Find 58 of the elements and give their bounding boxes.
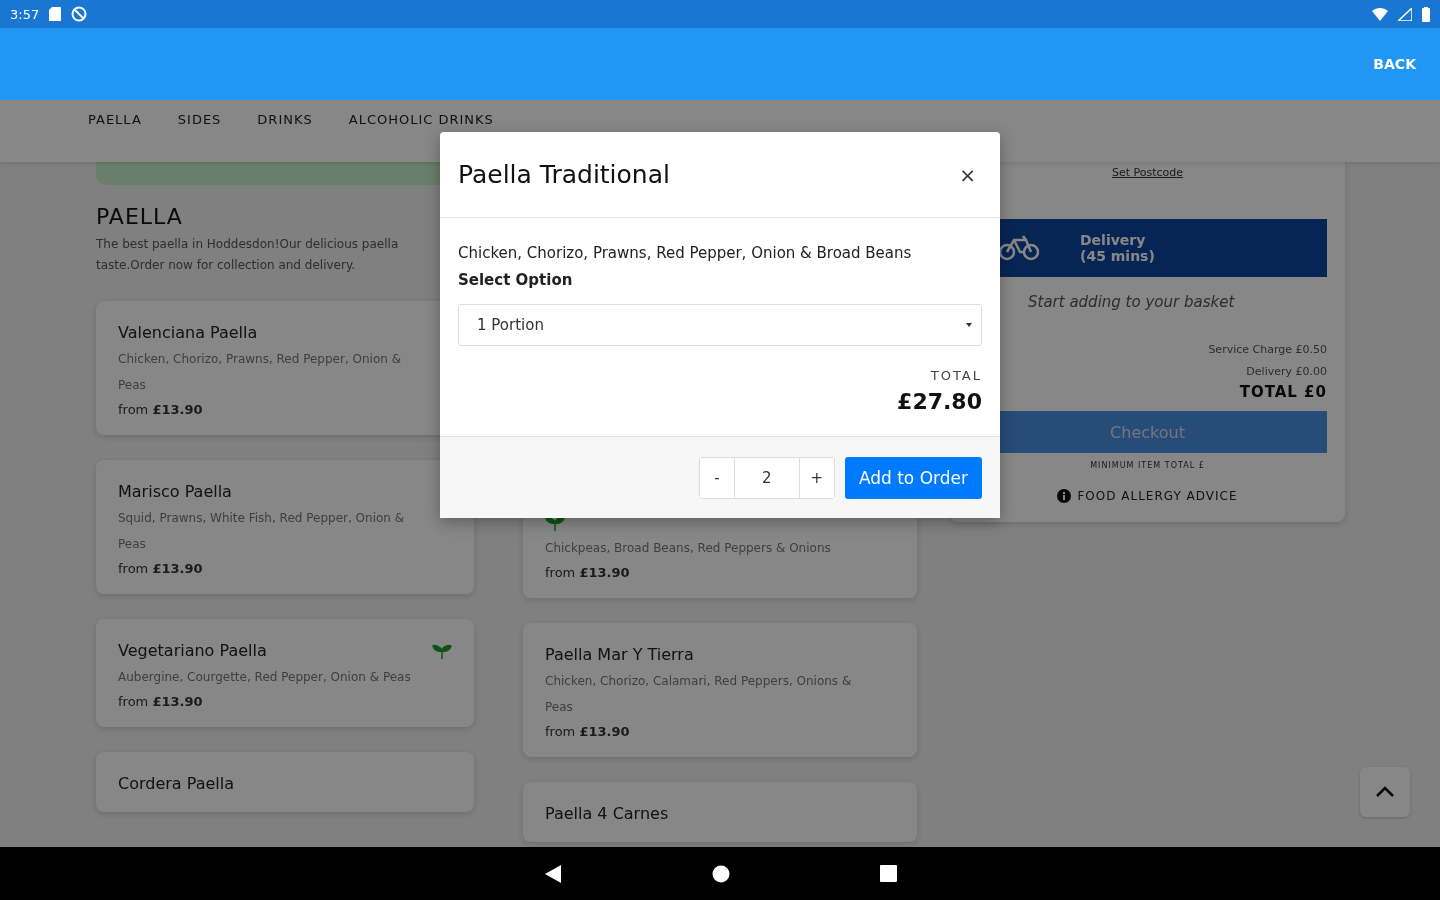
quantity-stepper[interactable]: - 2 + bbox=[698, 456, 835, 499]
basket-total: TOTAL £0 bbox=[1238, 383, 1327, 401]
wifi-icon bbox=[1372, 7, 1388, 21]
dialog-description: Chicken, Chorizo, Prawns, Red Pepper, Onion & Broad Beans bbox=[458, 243, 913, 264]
home-nav-icon[interactable] bbox=[711, 864, 730, 883]
back-button[interactable]: BACK bbox=[1367, 55, 1422, 73]
caret-icon bbox=[965, 322, 973, 328]
sprout-icon bbox=[432, 642, 452, 659]
item-name: Paella 4 Carnes bbox=[545, 804, 669, 823]
item-price: from £13.90 bbox=[118, 561, 204, 576]
portion-select[interactable]: 1 Portion bbox=[458, 304, 982, 346]
item-price: from £13.90 bbox=[545, 565, 631, 580]
item-description: Squid, Prawns, White Fish, Red Pepper, Onion & Peas bbox=[118, 510, 406, 553]
sprout-icon bbox=[545, 515, 565, 531]
category-tab[interactable]: SIDES bbox=[161, 112, 238, 127]
minimum-note: MINIMUM ITEM TOTAL £ bbox=[1089, 461, 1206, 470]
allergy-link[interactable]: FOOD ALLERGY ADVICE bbox=[1051, 488, 1244, 504]
item-description: Chicken, Chorizo, Prawns, Red Pepper, Onion & Peas bbox=[118, 351, 403, 394]
back-nav-icon[interactable] bbox=[543, 863, 562, 884]
menu-item-card[interactable]: Vegetariano Paella Aubergine, Courgette, Red Pepper, Onion & Peas from £13.90 bbox=[96, 619, 474, 727]
menu-item-card[interactable]: Paella 4 Carnes bbox=[523, 782, 917, 842]
set-postcode-link[interactable]: Set Postcode bbox=[1111, 166, 1184, 179]
recents-nav-icon[interactable] bbox=[879, 865, 897, 882]
chevron-up-icon bbox=[1375, 786, 1395, 798]
service-charge: Service Charge £0.50 bbox=[1207, 342, 1327, 358]
item-name: Paella Mar Y Tierra bbox=[545, 645, 694, 664]
section-description: The best paella in Hoddesdon!Our delicious paella taste.Order now for collection and delivery. bbox=[96, 236, 400, 274]
item-name: Cordera Paella bbox=[118, 774, 234, 793]
item-name: Vegetariano Paella bbox=[118, 641, 267, 660]
menu-item-card[interactable]: Cordera Paella bbox=[96, 752, 474, 812]
item-description: Aubergine, Courgette, Red Pepper, Onion & Peas bbox=[118, 669, 412, 686]
item-price: from £13.90 bbox=[545, 724, 631, 739]
item-name: Valenciana Paella bbox=[118, 323, 258, 342]
item-price: from £13.90 bbox=[118, 402, 204, 417]
category-tab[interactable]: DRINKS bbox=[241, 112, 329, 127]
sd-card-icon bbox=[49, 7, 62, 21]
blocked-icon bbox=[71, 6, 88, 22]
section-heading: PAELLA bbox=[96, 204, 184, 229]
menu-item-card[interactable]: Marisco Paella Squid, Prawns, White Fish, Red Pepper, Onion & Peas from £13.90 bbox=[96, 460, 474, 594]
item-description: Chickpeas, Broad Beans, Red Peppers & Onions bbox=[545, 540, 832, 557]
add-to-order-button[interactable]: Add to Order bbox=[844, 456, 982, 499]
signal-icon bbox=[1398, 7, 1412, 21]
option-label: Select Option bbox=[458, 270, 574, 291]
category-tab[interactable]: PAELLA bbox=[72, 112, 158, 127]
dialog-title: Paella Traditional bbox=[458, 160, 670, 189]
menu-item-card[interactable]: Paella Mar Y Tierra Chicken, Chorizo, Calamari, Red Peppers, Onions & Peas from £13.90 bbox=[523, 623, 917, 757]
item-description: Chicken, Chorizo, Calamari, Red Peppers, Onions & Peas bbox=[545, 673, 853, 716]
close-button[interactable]: × bbox=[953, 161, 982, 188]
item-name: Marisco Paella bbox=[118, 482, 232, 501]
category-tab[interactable]: ALCOHOLIC DRINKS bbox=[332, 112, 510, 127]
total-price: £27.80 bbox=[896, 389, 982, 414]
total-label: TOTAL bbox=[929, 368, 982, 383]
item-price: from £13.90 bbox=[118, 694, 204, 709]
status-time: 3:57 bbox=[10, 6, 40, 22]
battery-icon bbox=[1422, 6, 1430, 22]
empty-basket-message: Start adding to your basket bbox=[1028, 293, 1236, 311]
info-icon bbox=[1057, 489, 1072, 503]
quantity-field[interactable]: 2 bbox=[733, 457, 800, 498]
